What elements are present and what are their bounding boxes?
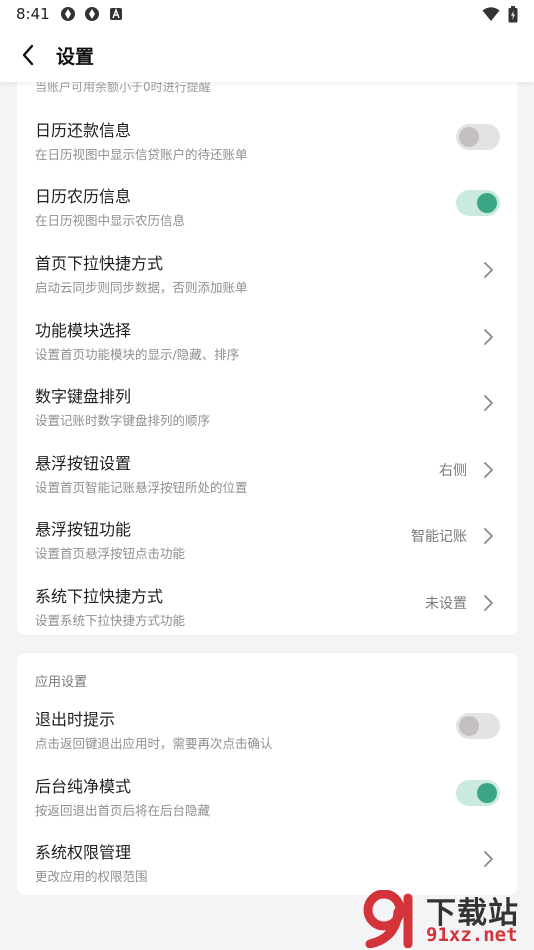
back-button[interactable] (0, 28, 56, 82)
setting-subtitle: 设置系统下拉快捷方式功能 (35, 613, 186, 628)
setting-title: 首页下拉快捷方式 (35, 254, 164, 273)
setting-value: 右侧 (439, 463, 467, 479)
toggle-knob (477, 193, 497, 213)
status-time: 8:41 (16, 5, 50, 23)
setting-title: 退出时提示 (35, 710, 116, 729)
setting-title: 系统下拉快捷方式 (35, 587, 164, 606)
setting-title: 数字键盘排列 (35, 387, 132, 406)
calendar-repayment-toggle[interactable] (456, 124, 500, 150)
toggle-knob (459, 127, 479, 147)
toggle-knob (459, 716, 479, 736)
setting-title: 系统权限管理 (35, 843, 132, 862)
setting-title: 日历农历信息 (35, 187, 132, 206)
background-clean-mode-toggle[interactable] (456, 780, 500, 806)
chevron-right-icon (484, 395, 493, 411)
setting-floating-button-position[interactable]: 悬浮按钮设置 设置首页智能记账悬浮按钮所处的位置 右侧 (17, 438, 517, 504)
setting-subtitle: 设置首页悬浮按钮点击功能 (35, 546, 186, 561)
setting-exit-prompt[interactable]: 退出时提示 点击返回键退出应用时，需要再次点击确认 (17, 694, 517, 760)
chevron-right-icon (484, 528, 493, 544)
setting-title: 悬浮按钮设置 (35, 454, 132, 473)
page-title: 设置 (56, 45, 95, 68)
chevron-right-icon (484, 329, 493, 345)
app-notification-icon (60, 7, 75, 21)
setting-subtitle: 在日历视图中显示信贷账户的待还账单 (35, 147, 248, 162)
setting-subtitle: 启动云同步则同步数据，否则添加账单 (35, 280, 248, 295)
setting-value: 未设置 (425, 596, 467, 612)
settings-card-general: 当账户可用余额小于0时进行提醒 日历还款信息 在日历视图中显示信贷账户的待还账单… (17, 70, 517, 635)
setting-calendar-repayment[interactable]: 日历还款信息 在日历视图中显示信贷账户的待还账单 (17, 105, 517, 171)
chevron-right-icon (484, 462, 493, 478)
setting-system-pulldown-shortcut[interactable]: 系统下拉快捷方式 设置系统下拉快捷方式功能 未设置 (17, 571, 517, 635)
exit-prompt-toggle[interactable] (456, 713, 500, 739)
setting-background-clean-mode[interactable]: 后台纯净模式 按返回退出首页后将在后台隐藏 (17, 761, 517, 827)
battery-icon (508, 5, 518, 22)
setting-title: 功能模块选择 (35, 321, 132, 340)
setting-keypad-order[interactable]: 数字键盘排列 设置记账时数字键盘排列的顺序 (17, 371, 517, 437)
setting-subtitle: 更改应用的权限范围 (35, 869, 148, 884)
setting-home-pulldown-shortcut[interactable]: 首页下拉快捷方式 启动云同步则同步数据，否则添加账单 (17, 238, 517, 304)
app-notification-icon (84, 7, 99, 21)
toggle-knob (477, 783, 497, 803)
app-bar: 设置 (0, 28, 534, 82)
watermark-url: 91xz.net (426, 924, 518, 946)
wifi-icon (482, 7, 500, 21)
status-bar: 8:41 (0, 0, 534, 28)
calendar-lunar-toggle[interactable] (456, 190, 500, 216)
setting-calendar-lunar[interactable]: 日历农历信息 在日历视图中显示农历信息 (17, 171, 517, 237)
settings-card-app: 应用设置 退出时提示 点击返回键退出应用时，需要再次点击确认 后台纯净模式 按返… (17, 653, 517, 895)
setting-permission-management[interactable]: 系统权限管理 更改应用的权限范围 (17, 827, 517, 893)
watermark-logo-icon (363, 890, 413, 948)
setting-module-selection[interactable]: 功能模块选择 设置首页功能模块的显示/隐藏、排序 (17, 305, 517, 371)
watermark: 下载站 91xz.net (362, 886, 534, 950)
setting-value: 智能记账 (411, 529, 467, 545)
setting-floating-button-function[interactable]: 悬浮按钮功能 设置首页悬浮按钮点击功能 智能记账 (17, 504, 517, 570)
arrow-left-icon (22, 44, 34, 66)
setting-subtitle: 点击返回键退出应用时，需要再次点击确认 (35, 736, 273, 751)
setting-subtitle: 设置首页功能模块的显示/隐藏、排序 (35, 347, 240, 362)
text-notification-icon (109, 8, 122, 20)
setting-subtitle: 按返回退出首页后将在后台隐藏 (35, 803, 211, 818)
setting-title: 日历还款信息 (35, 121, 132, 140)
section-label: 应用设置 (35, 675, 88, 690)
setting-subtitle: 设置首页智能记账悬浮按钮所处的位置 (35, 480, 248, 495)
chevron-right-icon (484, 595, 493, 611)
setting-subtitle: 在日历视图中显示农历信息 (35, 213, 186, 228)
chevron-right-icon (484, 851, 493, 867)
setting-title: 后台纯净模式 (35, 777, 132, 796)
chevron-right-icon (484, 262, 493, 278)
setting-title: 悬浮按钮功能 (35, 520, 132, 539)
setting-subtitle: 设置记账时数字键盘排列的顺序 (35, 413, 211, 428)
